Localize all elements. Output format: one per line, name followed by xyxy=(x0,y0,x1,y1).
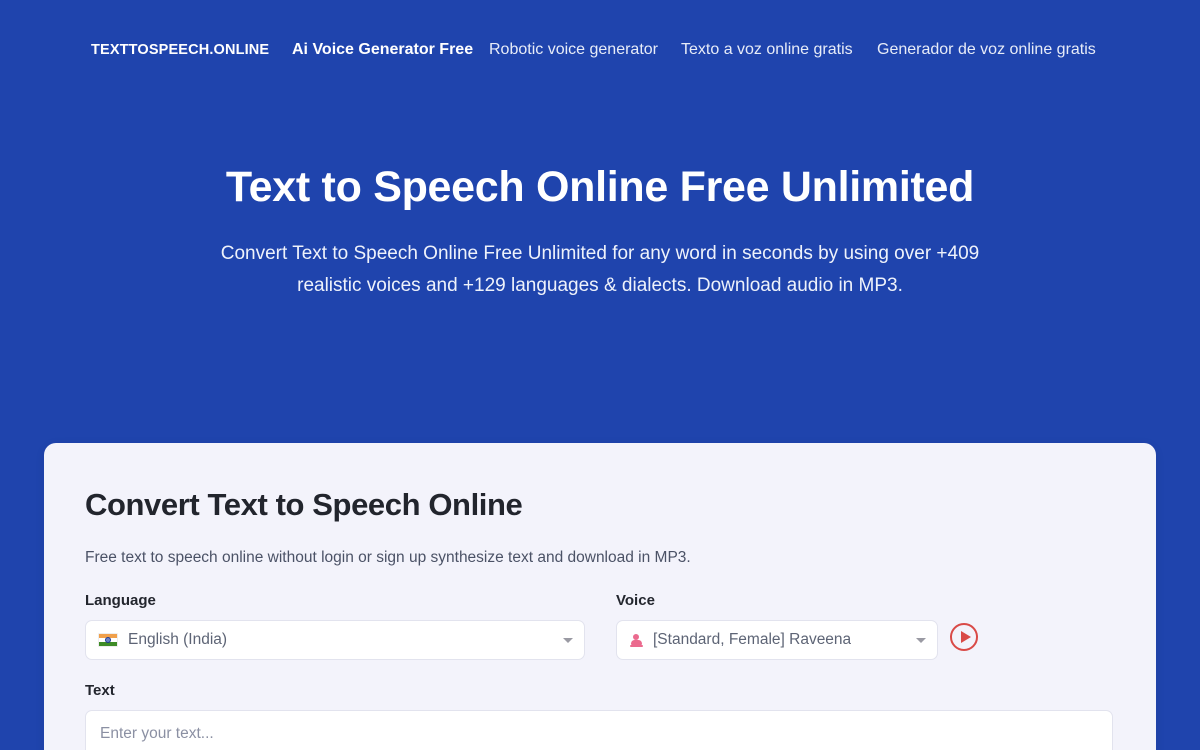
card-description: Free text to speech online without login… xyxy=(85,549,691,566)
nav-item-ai-voice-generator-free[interactable]: Ai Voice Generator Free xyxy=(292,37,489,63)
person-icon xyxy=(629,633,643,648)
top-navigation: TEXTTOSPEECH.ONLINE Ai Voice Generator F… xyxy=(0,0,1200,100)
voice-field: Voice [Standard, Female] Raveena xyxy=(616,591,938,660)
card-title: Convert Text to Speech Online xyxy=(85,487,523,522)
voice-selected-value: [Standard, Female] Raveena xyxy=(653,631,852,648)
nav-item-robotic-voice-generator[interactable]: Robotic voice generator xyxy=(489,37,681,63)
chevron-down-icon xyxy=(916,638,926,643)
chevron-down-icon xyxy=(563,638,573,643)
selector-row: Language English (India) Voice [Standard… xyxy=(85,591,1115,660)
language-selected-value: English (India) xyxy=(128,631,228,648)
text-input[interactable] xyxy=(85,710,1113,750)
voice-label: Voice xyxy=(616,592,655,609)
nav-item-texto-a-voz-online-gratis[interactable]: Texto a voz online gratis xyxy=(681,37,877,63)
language-select[interactable]: English (India) xyxy=(85,620,585,660)
nav-item-generador-de-voz-online-gratis[interactable]: Generador de voz online gratis xyxy=(877,37,1097,63)
text-field: Text xyxy=(85,681,1115,750)
language-label: Language xyxy=(85,592,156,609)
play-circle-icon[interactable] xyxy=(950,623,978,651)
voice-select[interactable]: [Standard, Female] Raveena xyxy=(616,620,938,660)
flag-india-icon xyxy=(98,633,118,647)
converter-card: Convert Text to Speech Online Free text … xyxy=(44,443,1156,750)
language-field: Language English (India) xyxy=(85,591,585,660)
hero-subtitle: Convert Text to Speech Online Free Unlim… xyxy=(220,243,980,296)
text-label: Text xyxy=(85,682,115,699)
site-logo[interactable]: TEXTTOSPEECH.ONLINE xyxy=(91,42,292,58)
page-title: Text to Speech Online Free Unlimited xyxy=(225,163,975,211)
